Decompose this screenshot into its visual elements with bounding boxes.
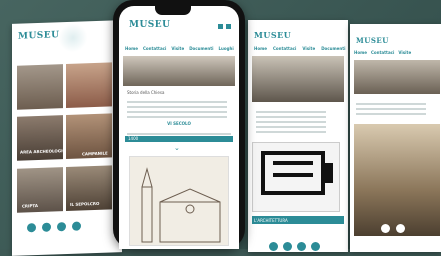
nav-documenti[interactable]: Documenti (321, 46, 345, 51)
nav-contattaci-3[interactable]: Contattaci (371, 50, 394, 55)
phone-logo[interactable]: MUSEU (129, 20, 171, 30)
phone-nav-visite[interactable]: Visite (171, 46, 184, 51)
phone-drawing (129, 156, 229, 246)
middle-right-screen: MUSEU Home Contattaci Visite Documenti L… (248, 20, 348, 252)
phone-nav-contattaci[interactable]: Contattaci (143, 46, 166, 51)
tile-label-campanile: CAMPANILE (82, 150, 108, 157)
nav-visite[interactable]: Visite (302, 46, 315, 51)
social-links-2 (268, 242, 321, 251)
phone-notch (155, 6, 191, 15)
tile-bell-tower[interactable] (66, 62, 112, 109)
phone-nav-luoghi[interactable]: Luoghi (219, 46, 234, 51)
nav-home-3[interactable]: Home (354, 50, 367, 55)
site-logo-3[interactable]: MUSEU (356, 36, 389, 45)
left-screen: MUSEU AREA ARCHEOLOGICA CAMPANILE CRIPTA… (12, 20, 122, 256)
right-screen: MUSEU Home Contattaci Visite (350, 24, 441, 252)
phone-header-icons (218, 24, 231, 29)
facebook-icon[interactable] (283, 242, 292, 251)
nav-home[interactable]: Home (254, 46, 267, 51)
pause-icon[interactable] (396, 224, 405, 233)
interior-photo-top (354, 60, 440, 94)
text-block (256, 108, 326, 136)
nav-visite-3[interactable]: Visite (398, 50, 411, 55)
floor-plan (252, 142, 340, 212)
phone-nav-home[interactable]: Home (125, 46, 138, 51)
phone-nav-documenti[interactable]: Documenti (189, 46, 213, 51)
logo-text-3: MUSEU (356, 36, 389, 45)
logo-text-2: MUSEU (254, 30, 292, 40)
phone-screen: MUSEU Home Contattaci Visite Documenti L… (119, 6, 239, 249)
text-block-3 (356, 100, 426, 118)
tile-church-exterior[interactable] (17, 64, 63, 110)
phone-text-block (127, 98, 227, 121)
twitter-icon[interactable] (27, 223, 36, 233)
media-controls (380, 224, 406, 233)
architecture-card-header: L'ARCHITETTURA (252, 216, 344, 224)
menu-icon[interactable] (226, 24, 231, 29)
logo-watermark (58, 23, 88, 53)
accessibility-icon[interactable] (218, 24, 223, 29)
facebook-icon[interactable] (42, 222, 51, 232)
instagram-icon[interactable] (297, 242, 306, 251)
logo-text: MUSEU (18, 30, 60, 42)
site-logo-2[interactable]: MUSEU (254, 30, 291, 40)
chevron-down-icon[interactable]: ⌄ (174, 144, 180, 152)
phone-logo-text: MUSEU (129, 20, 171, 30)
nav-bar: Home Contattaci Visite Documenti (254, 46, 346, 51)
youtube-icon[interactable] (311, 242, 320, 251)
social-links (26, 221, 82, 233)
phone-mockup: MUSEU Home Contattaci Visite Documenti L… (113, 0, 245, 249)
nav-contattaci[interactable]: Contattaci (273, 46, 296, 51)
nave-photo (252, 56, 344, 102)
twitter-icon[interactable] (269, 242, 278, 251)
altar-photo (354, 124, 440, 236)
phone-card-header: 1400 (125, 136, 233, 142)
tile-label-cripta: CRIPTA (22, 203, 38, 209)
volume-icon[interactable] (381, 224, 390, 233)
instagram-icon[interactable] (57, 222, 66, 232)
phone-page-heading: Storia della Chiesa (127, 90, 165, 95)
tile-label-sepolcro: IL SEPOLCRO (70, 200, 100, 207)
phone-nav: Home Contattaci Visite Documenti Luoghi (125, 46, 234, 51)
phone-hero-photo (123, 56, 235, 86)
site-logo[interactable]: MUSEU (18, 30, 60, 41)
phone-section-title: VI SECOLO (167, 121, 191, 126)
nav-bar-3: Home Contattaci Visite (354, 50, 411, 55)
youtube-icon[interactable] (72, 221, 81, 231)
